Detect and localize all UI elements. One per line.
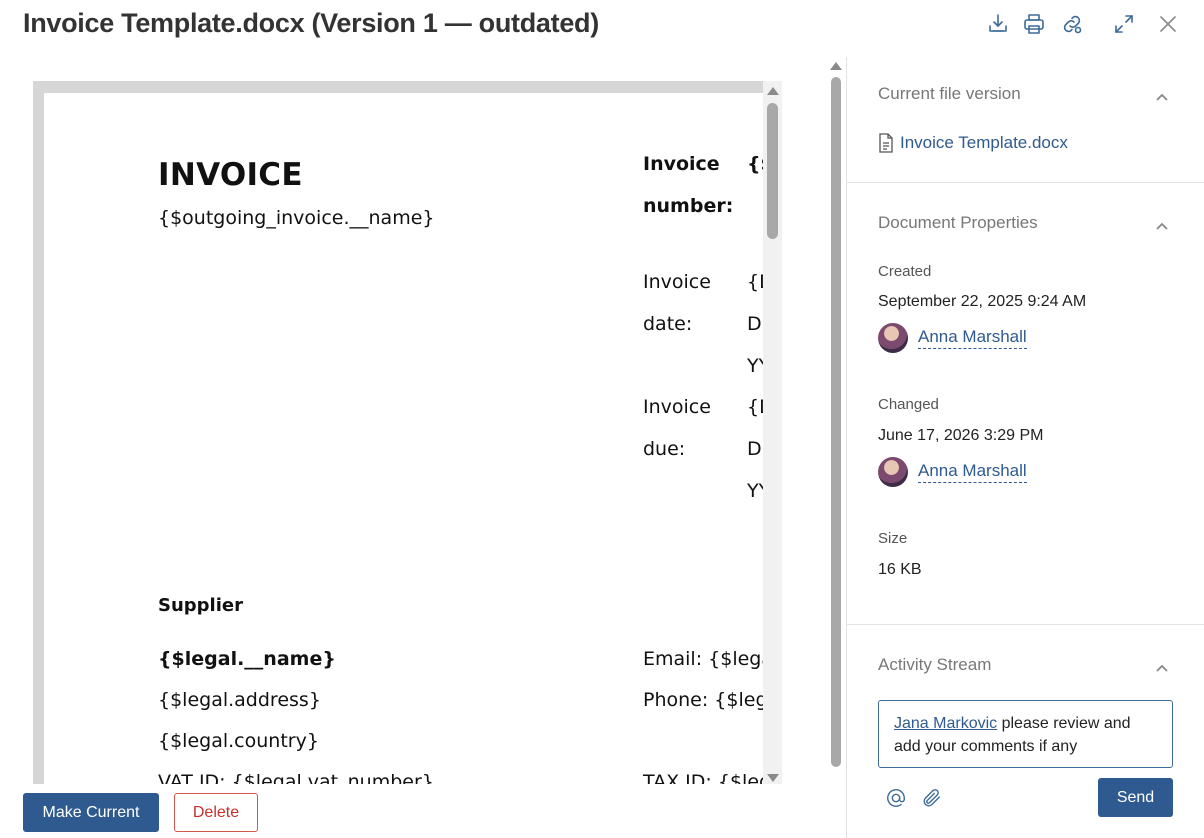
legal-vat: VAT ID: {$legal.vat_number}: [158, 771, 434, 784]
size-label: Size: [878, 530, 908, 547]
invoice-due-value-3: YY: [747, 480, 763, 502]
link-icon[interactable]: [1058, 10, 1086, 38]
divider: [847, 182, 1204, 183]
viewer-scrollbar[interactable]: [827, 57, 845, 770]
document-heading: INVOICE: [158, 157, 303, 193]
document-page: INVOICE {$outgoing_invoice.__name} Invoi…: [44, 93, 763, 784]
tax-line: TAX ID: {$leg: [643, 771, 763, 784]
activity-heading: Activity Stream: [878, 655, 992, 674]
invoice-date-label-2: date:: [643, 313, 693, 335]
divider: [847, 624, 1204, 625]
send-button[interactable]: Send: [1098, 778, 1173, 817]
invoice-number-label-2: number:: [643, 195, 734, 217]
avatar: [878, 323, 908, 353]
document-viewer[interactable]: INVOICE {$outgoing_invoice.__name} Invoi…: [33, 81, 763, 784]
comment-input[interactable]: Jana Markovic please review and add your…: [878, 700, 1173, 768]
invoice-date-value-2: D: [747, 313, 762, 335]
attach-paperclip-icon[interactable]: [921, 787, 945, 811]
scrollbar-thumb[interactable]: [831, 77, 841, 767]
current-file-link[interactable]: Invoice Template.docx: [878, 133, 1068, 153]
scroll-down-arrow-icon[interactable]: [767, 774, 779, 782]
chevron-up-icon[interactable]: [1156, 88, 1168, 101]
size-value: 16 KB: [878, 561, 922, 578]
created-value: September 22, 2025 9:24 AM: [878, 293, 1087, 310]
chevron-up-icon[interactable]: [1156, 659, 1168, 672]
properties-panel: Current file version Invoice Template.do…: [846, 57, 1204, 838]
changed-label: Changed: [878, 396, 939, 413]
invoice-due-value-2: D: [747, 438, 762, 460]
changed-by-name[interactable]: Anna Marshall: [918, 461, 1027, 483]
legal-name: {$legal.__name}: [158, 648, 336, 670]
download-icon[interactable]: [984, 10, 1012, 38]
document-scrollbar[interactable]: [763, 81, 782, 784]
avatar: [878, 457, 908, 487]
invoice-due-label: Invoice: [643, 396, 711, 418]
created-label: Created: [878, 263, 932, 280]
scroll-up-arrow-icon[interactable]: [830, 62, 842, 70]
legal-address: {$legal.address}: [158, 689, 321, 711]
delete-button[interactable]: Delete: [174, 793, 258, 832]
document-name-field: {$outgoing_invoice.__name}: [158, 207, 435, 229]
invoice-number-value: {$: [747, 153, 763, 175]
invoice-due-value: {D: [747, 396, 763, 418]
mention-link[interactable]: Jana Markovic: [894, 715, 997, 732]
invoice-number-label: Invoice: [643, 153, 720, 175]
toolbar: [984, 10, 1204, 40]
legal-country: {$legal.country}: [158, 730, 319, 752]
supplier-heading: Supplier: [158, 595, 243, 616]
chevron-up-icon[interactable]: [1156, 217, 1168, 230]
properties-heading: Document Properties: [878, 213, 1038, 232]
document-icon: [879, 133, 893, 153]
make-current-button[interactable]: Make Current: [23, 793, 159, 832]
invoice-date-value: {D: [747, 271, 763, 293]
current-file-name: Invoice Template.docx: [900, 133, 1068, 152]
changed-value: June 17, 2026 3:29 PM: [878, 427, 1044, 444]
invoice-due-label-2: due:: [643, 438, 686, 460]
invoice-date-value-3: YY: [747, 355, 763, 377]
created-by-user[interactable]: Anna Marshall: [878, 323, 1027, 353]
close-icon[interactable]: [1154, 10, 1182, 38]
window-title: Invoice Template.docx (Version 1 — outda…: [23, 8, 599, 38]
changed-by-user[interactable]: Anna Marshall: [878, 457, 1027, 487]
expand-icon[interactable]: [1110, 10, 1138, 38]
mention-at-icon[interactable]: [885, 787, 909, 811]
scrollbar-thumb[interactable]: [767, 103, 778, 239]
email-line: Email: {$lega: [643, 648, 763, 670]
current-version-heading: Current file version: [878, 84, 1021, 103]
scroll-up-arrow-icon[interactable]: [767, 87, 779, 95]
invoice-date-label: Invoice: [643, 271, 711, 293]
phone-line: Phone: {$lega: [643, 689, 763, 711]
created-by-name[interactable]: Anna Marshall: [918, 327, 1027, 349]
print-icon[interactable]: [1020, 10, 1048, 38]
